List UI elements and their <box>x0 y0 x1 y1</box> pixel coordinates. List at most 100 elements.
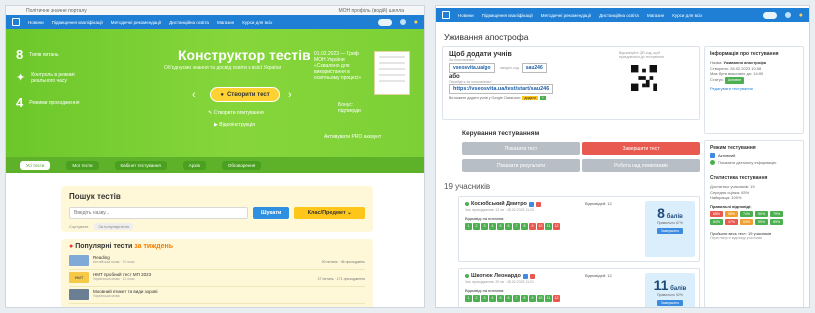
nav-shop[interactable]: Магазин <box>217 20 234 25</box>
answer-cell[interactable]: 7 <box>513 222 520 230</box>
answer-cell[interactable]: 12 <box>553 294 560 302</box>
answer-cell[interactable]: 11 <box>545 294 552 302</box>
tab-testing-cabinet[interactable]: Кабінет тестування <box>114 160 167 170</box>
answer-cell[interactable]: 10 <box>537 222 544 230</box>
checkbox-icon <box>710 153 715 158</box>
participant-meta: Час проходження: 20 хв · 28.02.2023 11:2… <box>465 280 534 284</box>
search-button[interactable]: Шукати <box>252 207 290 219</box>
answer-cell[interactable]: 6 <box>505 222 512 230</box>
answer-cell[interactable]: 8 <box>521 294 528 302</box>
google-plus-button[interactable]: + <box>539 96 546 100</box>
grid-logo-icon[interactable] <box>442 11 450 19</box>
percent-chip: 47% <box>725 218 739 225</box>
nav-methods[interactable]: Методичні рекомендації <box>541 13 591 18</box>
answer-cell[interactable]: 3 <box>481 222 488 230</box>
test-url[interactable]: https://vseosvita.ua/test/start/sau246 <box>449 84 554 94</box>
show-test-button[interactable]: Показати тест <box>462 142 580 155</box>
answer-cell[interactable]: 4 <box>489 294 496 302</box>
pro-account-link[interactable]: Активувати PRO аккаунт <box>324 134 381 140</box>
answers-count: Відповідей: 12 <box>585 273 612 278</box>
nav-news[interactable]: Новини <box>28 20 44 25</box>
short-link[interactable]: vseosvita.ua/go <box>449 63 495 73</box>
participant-name: Косюбський Дмитро <box>471 201 527 207</box>
online-dot-icon <box>465 202 469 206</box>
list-item[interactable]: Reading Англійська мова · 10 клас 30 пита… <box>69 253 365 270</box>
score-box: 8 балів Правильно 67% Завершено <box>645 201 695 257</box>
answer-cell[interactable]: 11 <box>545 222 552 230</box>
list-item[interactable]: НМТ НМТ пробний тест МП 2023 Українська м… <box>69 270 365 287</box>
info-icon <box>522 273 528 279</box>
stats-foot-link[interactable]: Переглянути відповіді учасників <box>710 236 798 240</box>
percent-chip: 58% <box>725 210 739 217</box>
nav-shop[interactable]: Магазин <box>647 13 664 18</box>
nav-distance[interactable]: Дистанційна освіта <box>169 20 209 25</box>
user-icon[interactable] <box>399 19 406 25</box>
answer-cell[interactable]: 5 <box>497 294 504 302</box>
answer-cell[interactable]: 9 <box>529 294 536 302</box>
create-survey-link[interactable]: ✎ Створити опитування <box>208 110 264 116</box>
fire-icon: ● <box>69 243 74 250</box>
video-guide-link[interactable]: ▶ Відеоінструкція <box>214 122 255 128</box>
active-toggle[interactable]: Активний <box>710 153 798 158</box>
answer-cell[interactable]: 4 <box>489 222 496 230</box>
edit-testing-link[interactable]: Редагувати тестування <box>710 86 798 91</box>
test-code[interactable]: sau246 <box>521 63 547 73</box>
percent-chip: 68% <box>710 210 724 217</box>
nav-courses[interactable]: Курси для всіх <box>672 13 702 18</box>
top-strip-right[interactable]: МОН профіль (водій) шелла <box>338 8 404 14</box>
class-subject-dropdown[interactable]: Клас/Предмет ⌄ <box>294 207 365 219</box>
bell-icon[interactable]: ● <box>414 19 418 26</box>
answer-cell[interactable]: 1 <box>465 222 472 230</box>
answer-cell[interactable]: 2 <box>473 294 480 302</box>
right-answers-title: Правильні відповіді: <box>710 203 752 209</box>
bell-icon[interactable]: ● <box>799 12 803 19</box>
nav-methods[interactable]: Методичні рекомендації <box>111 20 161 25</box>
tab-all-tests[interactable]: Усі тести <box>20 160 51 170</box>
participant-card[interactable]: Косюбський Дмитро Час проходження: 12 хв… <box>458 196 700 262</box>
answer-cell[interactable]: 2 <box>473 222 480 230</box>
show-results-button[interactable]: Показати результати <box>462 159 580 172</box>
list-item[interactable]: Моовний етикет та види зорові Українська … <box>69 287 365 304</box>
search-title: Пошук тестів <box>69 192 121 201</box>
details-toggle[interactable]: Показати детальну інформацію <box>710 160 798 165</box>
google-add-button[interactable]: додати <box>522 96 538 100</box>
wand-icon: ✦ <box>16 72 26 84</box>
answer-cell[interactable]: 5 <box>497 222 504 230</box>
answer-cell[interactable]: 12 <box>553 222 560 230</box>
nav-courses[interactable]: Курси для всіх <box>242 20 272 25</box>
participant-name: Шкотюк Леонардо <box>471 273 521 279</box>
participant-card[interactable]: Шкотюк Леонардо Час проходження: 20 хв ·… <box>458 268 700 307</box>
percent-chip: 84% <box>710 218 724 225</box>
create-test-button[interactable]: ● Створити тест <box>210 87 280 102</box>
nav-qualification[interactable]: Підвищення кваліфікації <box>482 13 533 18</box>
nav-distance[interactable]: Дистанційна освіта <box>599 13 639 18</box>
grid-logo-icon[interactable] <box>12 18 20 26</box>
theme-toggle[interactable] <box>377 18 392 26</box>
top-strip: Політичне значне порталу МОН профіль (во… <box>6 6 424 15</box>
chevron-left-icon: ‹ <box>192 89 196 101</box>
answer-cell[interactable]: 10 <box>537 294 544 302</box>
sort-tag[interactable]: За популярністю <box>94 223 134 230</box>
answer-cell[interactable]: 6 <box>505 294 512 302</box>
nav-news[interactable]: Новини <box>458 13 474 18</box>
stat-question-types: 8 Типів питань <box>16 47 59 62</box>
test-thumbnail <box>69 255 89 266</box>
error-work-button[interactable]: Робота над помилками <box>582 159 700 172</box>
tab-discussion[interactable]: Обговорення <box>221 160 262 170</box>
answer-cell[interactable]: 9 <box>529 222 536 230</box>
tab-archive[interactable]: Архів <box>182 160 206 170</box>
search-input[interactable] <box>69 207 248 219</box>
answer-cell[interactable]: 1 <box>465 294 472 302</box>
test-name: Уживання апострофа <box>723 60 766 65</box>
answer-cell[interactable]: 7 <box>513 294 520 302</box>
answer-cell[interactable]: 3 <box>481 294 488 302</box>
theme-toggle[interactable] <box>762 11 777 19</box>
certificate-image <box>374 51 410 95</box>
tab-my-tests[interactable]: Мої тести <box>66 160 99 170</box>
answer-cell[interactable]: 8 <box>521 222 528 230</box>
nav-qualification[interactable]: Підвищення кваліфікації <box>52 20 103 25</box>
user-icon[interactable] <box>784 12 791 18</box>
info-title: Інформація про тестування <box>710 51 779 57</box>
finish-test-button[interactable]: Завершити тест <box>582 142 700 155</box>
stats-best: Найкраща: 100% <box>710 195 742 200</box>
